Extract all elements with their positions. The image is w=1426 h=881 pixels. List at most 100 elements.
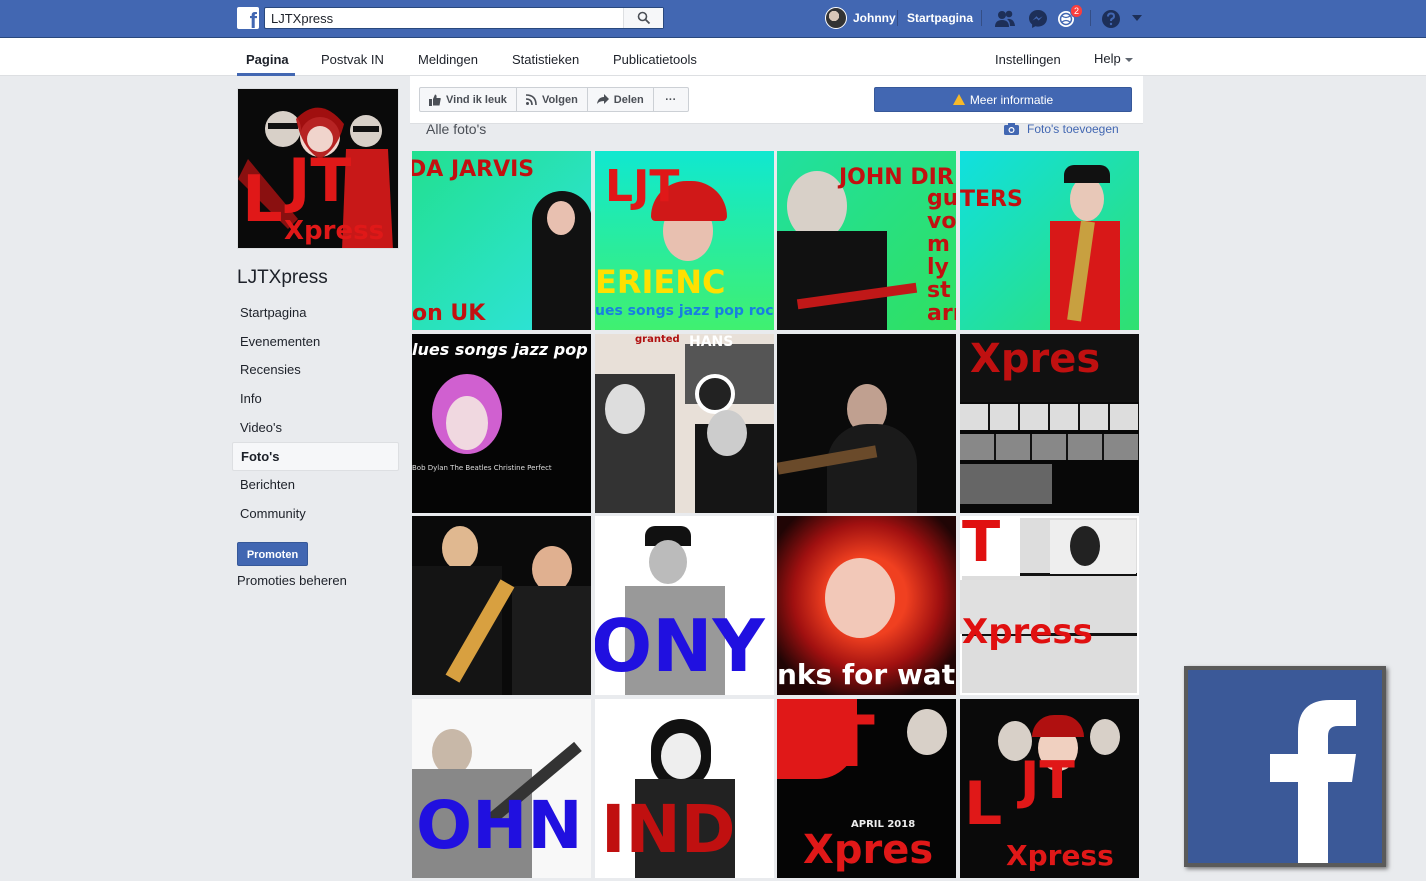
sidebar-item-info[interactable]: Info [232,385,399,414]
photo-tile[interactable]: JOHN DIR gu vo m ly st arn [777,151,956,330]
divider [981,10,982,26]
photo-tile[interactable]: IND [595,699,774,878]
tab-statistieken[interactable]: Statistieken [512,52,579,67]
notification-badge: 2 [1070,4,1084,18]
photo-text: ues songs jazz pop rock [595,303,774,319]
search-button[interactable] [623,8,663,28]
photo-tile[interactable]: TERS [960,151,1139,330]
photo-text: Xpres [970,336,1101,382]
tab-postvak-in[interactable]: Postvak IN [321,52,384,67]
photo-tile[interactable]: OHN [412,699,591,878]
page-nav: Pagina Postvak IN Meldingen Statistieken… [0,38,1426,76]
chevron-down-icon [1124,57,1133,62]
page-title[interactable]: LJTXpress [237,267,328,289]
help-menu[interactable]: Help [1094,51,1133,66]
add-photos-label: Foto's toevoegen [1027,122,1119,136]
top-bar: f Johnny Startpagina 2 [0,0,1426,38]
photo-tile[interactable]: ONY [595,516,774,695]
photo-text: T [962,516,1001,575]
photo-tile[interactable]: DA JARVIS on UK [412,151,591,330]
sidebar: Startpagina Evenementen Recensies Info V… [232,299,399,529]
facebook-f-icon [1270,700,1356,863]
photo-text: L [964,769,1003,839]
divider [1090,10,1091,26]
active-tab-indicator [237,73,295,76]
photo-tile[interactable]: nks for watc [777,516,956,695]
messenger-icon[interactable] [1027,8,1049,30]
photo-text: Bob Dylan The Beatles Christine Perfect [412,464,552,472]
photo-text: granted [635,334,680,345]
photo-text: Xpress [962,612,1093,652]
photo-text: ERIENC [595,263,726,301]
photo-text: LJT [605,161,680,212]
warning-icon [952,94,965,105]
like-button[interactable]: Vind ik leuk [420,88,517,111]
more-info-label: Meer informatie [969,92,1054,107]
share-button[interactable]: Delen [588,88,654,111]
chevron-down-icon[interactable] [1132,15,1142,21]
sidebar-item-fotos[interactable]: Foto's [232,442,399,472]
search-icon [637,11,651,25]
tab-pagina[interactable]: Pagina [246,52,289,67]
sidebar-item-startpagina[interactable]: Startpagina [232,299,399,328]
help-label: Help [1094,51,1121,66]
photo-tile[interactable]: L JT Xpress [960,699,1139,878]
photo-text: on UK [412,301,486,326]
photo-text: gu vo m ly st arn [927,186,956,326]
photo-text: TERS [960,187,1023,212]
divider [897,10,898,26]
home-link[interactable]: Startpagina [907,11,973,25]
photo-text: OHN [416,787,583,864]
facebook-logo-icon[interactable]: f [237,7,259,29]
more-options-button[interactable]: ··· [654,88,688,111]
tab-settings[interactable]: Instellingen [995,52,1061,67]
facebook-logo-icon [1184,666,1386,867]
svg-text:JT: JT [284,146,351,216]
photo-text: DA JARVIS [412,157,535,182]
profile-link[interactable]: Johnny [825,7,896,29]
photo-text: Xpres [803,827,934,873]
sidebar-item-evenementen[interactable]: Evenementen [232,328,399,357]
promote-button[interactable]: Promoten [237,542,308,566]
tab-publicatietools[interactable]: Publicatietools [613,52,697,67]
help-icon[interactable] [1100,8,1122,30]
photo-text: HANS [689,334,734,350]
sidebar-item-community[interactable]: Community [232,500,399,529]
search-input[interactable] [271,10,621,26]
photo-text: T [827,701,875,783]
thumbs-up-icon [429,94,441,106]
photo-tile[interactable]: Xpres [960,334,1139,513]
photo-text: lues songs jazz pop ro [412,340,591,359]
avatar [825,7,847,29]
photo-tile[interactable] [777,334,956,513]
friend-requests-icon[interactable] [994,8,1016,30]
photo-tile[interactable]: lues songs jazz pop ro Bob Dylan The Bea… [412,334,591,513]
user-name: Johnny [853,11,896,25]
photo-tile[interactable] [412,516,591,695]
more-info-button[interactable]: Meer informatie [874,87,1132,112]
photo-tile[interactable]: LJT ERIENC ues songs jazz pop rock [595,151,774,330]
manage-promotions-link[interactable]: Promoties beheren [237,573,347,588]
photo-tile[interactable]: T Xpress [960,516,1139,695]
sidebar-item-recensies[interactable]: Recensies [232,356,399,385]
follow-button[interactable]: Volgen [517,88,588,111]
photo-text: IND [601,791,736,868]
follow-label: Volgen [541,93,578,106]
svg-text:Xpress: Xpress [284,216,384,246]
photo-tile[interactable]: T APRIL 2018 Xpres [777,699,956,878]
photo-tile[interactable]: HANS granted [595,334,774,513]
rss-icon [525,94,537,105]
photo-text: nks for watc [777,658,956,691]
sidebar-item-videos[interactable]: Video's [232,414,399,443]
camera-icon [1004,123,1019,135]
tab-meldingen[interactable]: Meldingen [418,52,478,67]
photos-heading: Alle foto's [426,121,487,137]
add-photos-link[interactable]: Foto's toevoegen [1004,122,1119,136]
profile-artwork: L JT Xpress [238,89,398,248]
more-label: ··· [665,93,677,106]
profile-picture[interactable]: L JT Xpress [237,88,399,249]
share-label: Delen [613,93,644,106]
search-box[interactable] [264,7,664,29]
photo-text: JT [1020,751,1075,811]
sidebar-item-berichten[interactable]: Berichten [232,471,399,500]
